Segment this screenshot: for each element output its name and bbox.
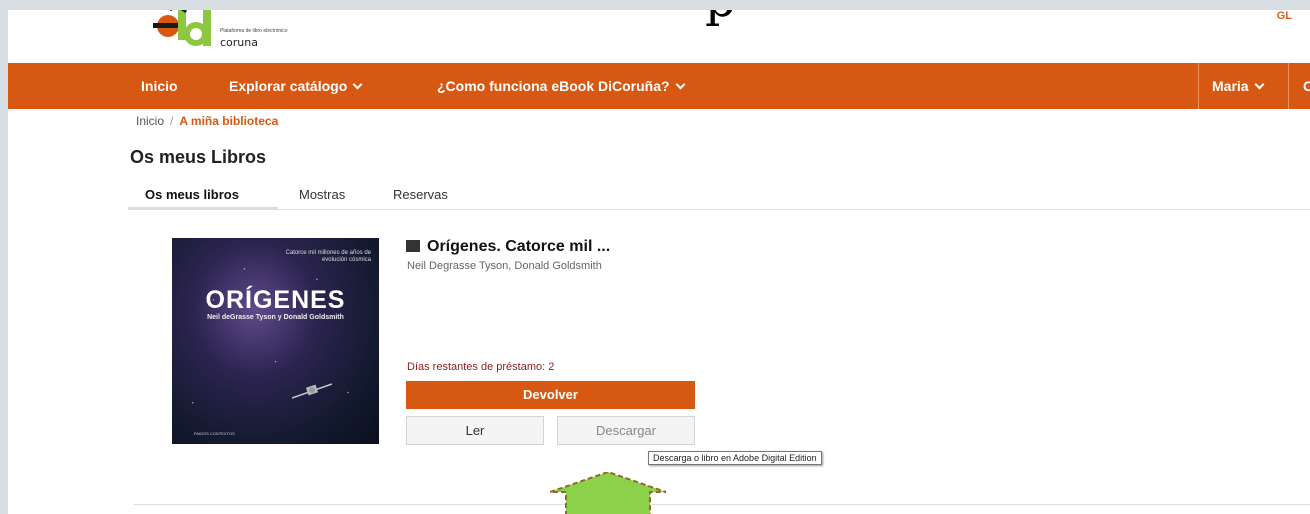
return-button[interactable]: Devolver [406, 381, 695, 409]
nav-home[interactable]: Inicio [141, 63, 178, 109]
language-selector[interactable]: GL [1277, 10, 1292, 22]
content-divider [134, 504, 1310, 505]
logo-subtext: coruna [220, 36, 258, 49]
read-button[interactable]: Ler [406, 416, 544, 445]
main-navbar: Inicio Explorar catálogo ¿Como funciona … [8, 63, 1310, 109]
tab-my-books[interactable]: Os meus libros [145, 187, 239, 202]
loan-days-remaining: Días restantes de préstamo: 2 [407, 361, 555, 373]
nav-explore-catalog[interactable]: Explorar catálogo [229, 63, 363, 109]
nav-explore-catalog-label: Explorar catálogo [229, 78, 348, 94]
green-arrow-icon [550, 472, 666, 514]
chevron-down-icon [1254, 79, 1265, 90]
cover-starfield [172, 238, 379, 444]
breadcrumb-home[interactable]: Inicio [136, 114, 164, 128]
breadcrumb-current: A miña biblioteca [179, 114, 279, 128]
cover-publisher: PAIDÓS CONTEXTOS [194, 431, 235, 436]
breadcrumb: Inicio / A miña biblioteca [136, 114, 278, 128]
ebook-dicoruna-logo[interactable]: Plataforma de libro electrónico coruna [148, 10, 348, 60]
nav-how-it-works-label: ¿Como funciona eBook DiCoruña? [437, 78, 670, 94]
book-icon [406, 240, 420, 252]
nav-extra-item[interactable]: C [1303, 63, 1310, 109]
chevron-down-icon [675, 79, 686, 90]
nav-user-menu[interactable]: Maria [1212, 63, 1265, 109]
logo-graphic [153, 10, 211, 46]
chevron-down-icon [352, 79, 363, 90]
logo-tagline: Plataforma de libro electrónico [220, 28, 288, 34]
nav-user-name: Maria [1212, 78, 1249, 94]
book-title[interactable]: Orígenes. Catorce mil ... [406, 238, 610, 256]
tab-samples[interactable]: Mostras [299, 187, 345, 202]
download-tooltip: Descarga o libro en Adobe Digital Editio… [648, 451, 822, 465]
nav-how-it-works[interactable]: ¿Como funciona eBook DiCoruña? [437, 63, 686, 109]
breadcrumb-separator: / [170, 114, 174, 128]
browser-page: p Plataforma de libro electrónico coruna… [8, 10, 1310, 514]
cover-subtitle: Catorce mil millones de años de evolució… [285, 250, 371, 264]
download-button[interactable]: Descargar [557, 416, 695, 445]
space-probe-icon [292, 383, 332, 399]
book-cover[interactable]: Catorce mil millones de años de evolució… [172, 238, 379, 444]
tab-reservations[interactable]: Reservas [393, 187, 448, 202]
library-tabs: Os meus libros Mostras Reservas [128, 185, 1310, 210]
cover-title: ORÍGENES [205, 286, 346, 314]
book-title-text: Orígenes. Catorce mil ... [427, 238, 611, 255]
page-title: Os meus Libros [130, 147, 267, 167]
book-authors: Neil Degrasse Tyson, Donald Goldsmith [407, 260, 602, 272]
cover-authors: Neil deGrasse Tyson y Donald Goldsmith [207, 314, 344, 321]
nav-separator [1198, 63, 1199, 109]
active-tab-indicator [128, 207, 278, 210]
slide-title-fragment: p [705, 10, 736, 24]
nav-separator [1288, 63, 1289, 109]
